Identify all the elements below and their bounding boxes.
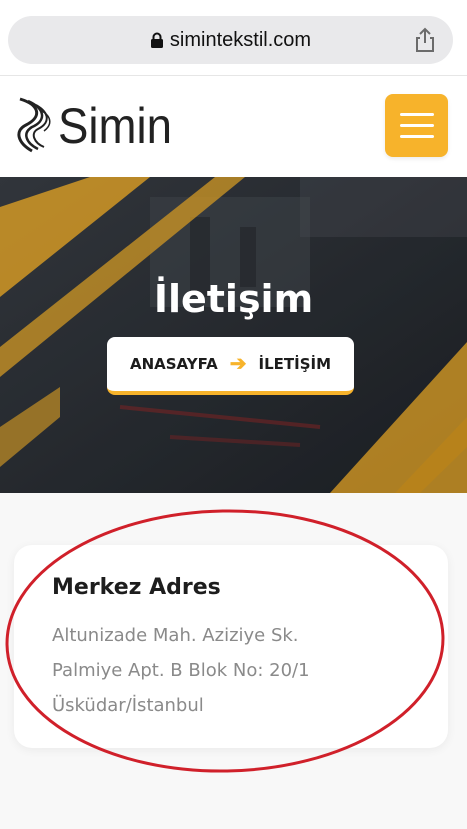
page-hero: İletişim ANASAYFA ➔ İLETİŞİM: [0, 177, 467, 493]
browser-toolbar: simintekstil.com: [0, 0, 467, 76]
address-line: Palmiye Apt. B Blok No: 20/1: [52, 660, 310, 681]
address-bar[interactable]: simintekstil.com: [8, 16, 453, 64]
logo-mark-icon: [17, 97, 51, 153]
site-header: Simin: [0, 77, 467, 177]
logo-text: Simin: [58, 101, 172, 151]
breadcrumb-home-link[interactable]: ANASAYFA: [130, 355, 218, 373]
share-icon[interactable]: [413, 27, 437, 53]
address-card: Merkez Adres Altunizade Mah. Aziziye Sk.…: [14, 545, 448, 748]
breadcrumb: ANASAYFA ➔ İLETİŞİM: [107, 337, 354, 395]
hero-background: [0, 177, 467, 493]
contact-section: Merkez Adres Altunizade Mah. Aziziye Sk.…: [0, 493, 467, 829]
hamburger-menu-icon: [399, 113, 434, 116]
address-title: Merkez Adres: [52, 575, 221, 600]
lock-icon: [150, 32, 163, 48]
hamburger-line: [399, 135, 434, 138]
breadcrumb-current: İLETİŞİM: [258, 355, 332, 373]
address-line: Üsküdar/İstanbul: [52, 695, 204, 716]
site-logo[interactable]: Simin: [12, 93, 176, 159]
hamburger-line: [399, 124, 434, 127]
page-title: İletişim: [153, 277, 314, 321]
menu-button[interactable]: [385, 94, 448, 157]
arrow-right-icon: ➔: [229, 353, 247, 375]
address-line: Altunizade Mah. Aziziye Sk.: [52, 625, 299, 646]
url-text: simintekstil.com: [169, 28, 312, 51]
logo-wordmark: Simin: [58, 101, 172, 151]
